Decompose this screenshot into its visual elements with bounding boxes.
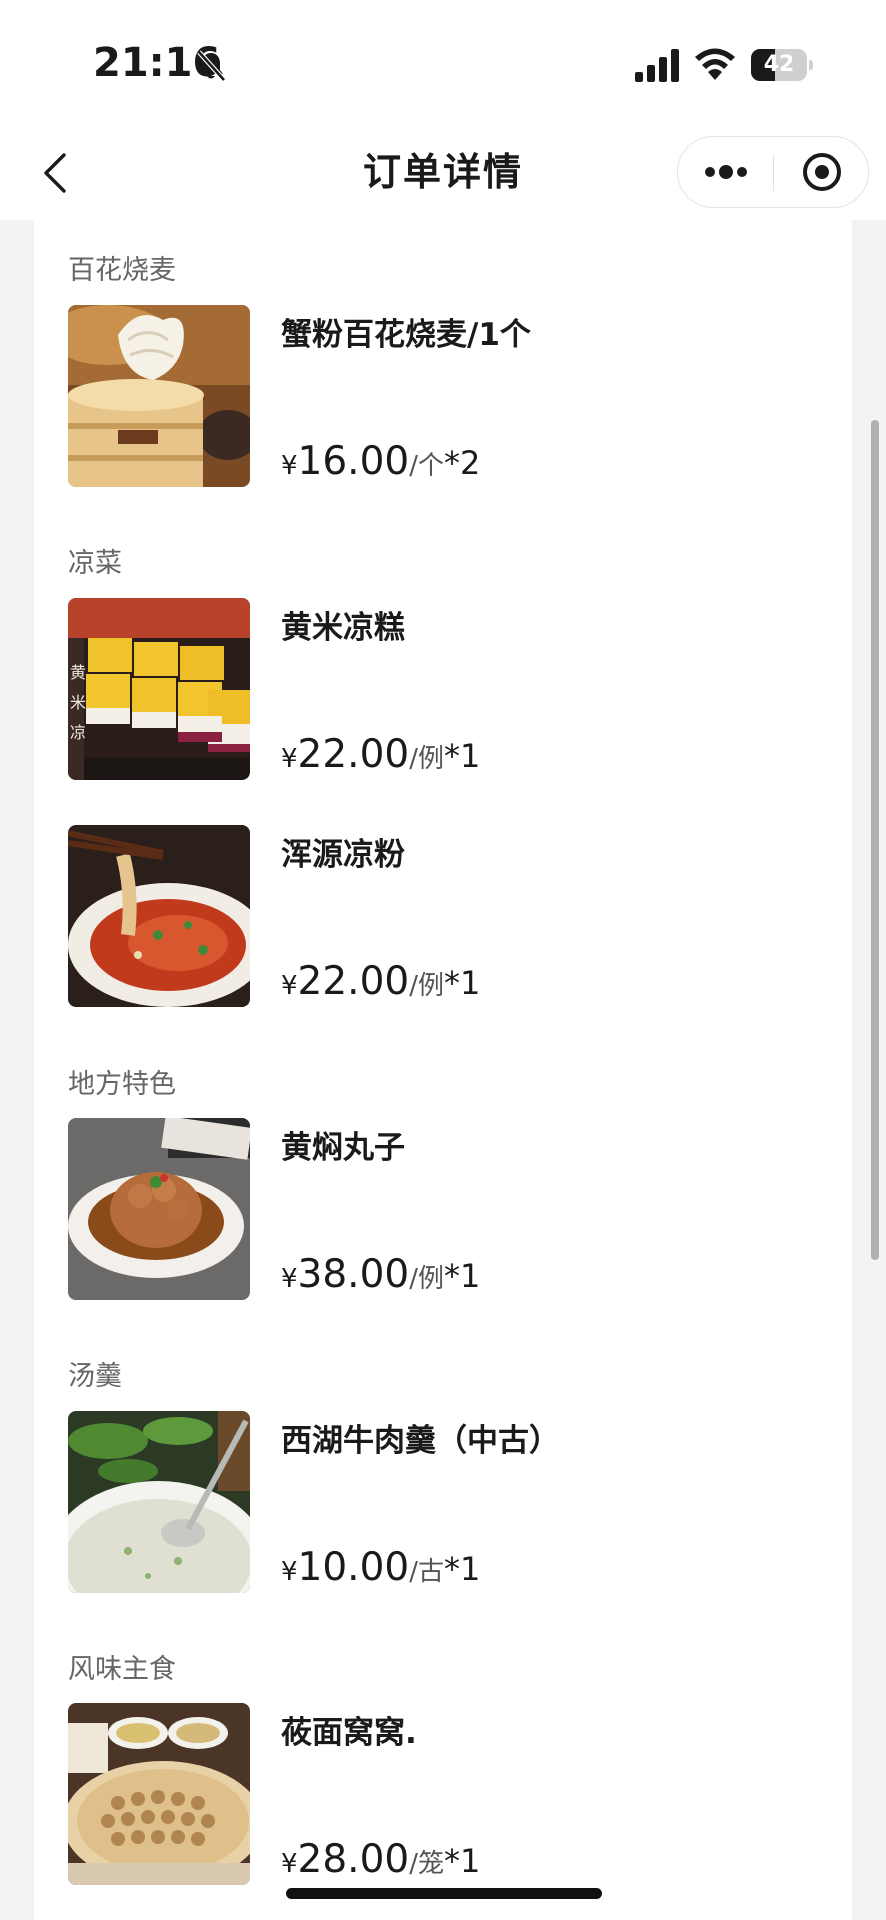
price-amount: 10.00 [297, 1545, 410, 1590]
dish-name: 黄焖丸子 [281, 1130, 405, 1166]
bell-off-icon [197, 50, 226, 82]
section-title: 风味主食 [68, 1654, 176, 1685]
scrollbar[interactable] [871, 420, 879, 1260]
svg-text:黄: 黄 [70, 663, 86, 682]
order-detail-page: 21:16 42 订单详情 百花烧麦 蟹粉百花烧麦/1个 ¥16.00/个*2 … [0, 0, 886, 1920]
order-item[interactable]: 蟹粉百花烧麦/1个 ¥16.00/个*2 [68, 305, 828, 487]
dish-price: ¥22.00/例*1 [281, 959, 480, 1004]
price-amount: 16.00 [297, 439, 410, 484]
svg-text:凉: 凉 [70, 723, 86, 742]
dish-image [68, 825, 250, 1007]
price-amount: 38.00 [297, 1252, 410, 1297]
price-amount: 22.00 [297, 732, 410, 777]
quantity: *1 [443, 737, 481, 775]
dish-image [68, 1118, 250, 1300]
currency-symbol: ¥ [281, 971, 298, 1001]
dish-name: 莜面窝窝. [281, 1715, 417, 1751]
currency-symbol: ¥ [281, 451, 298, 481]
section-title: 汤羹 [68, 1361, 122, 1392]
currency-symbol: ¥ [281, 1264, 298, 1294]
home-indicator[interactable] [286, 1888, 602, 1899]
section-title: 百花烧麦 [68, 255, 176, 286]
price-unit: /古 [409, 1557, 444, 1587]
dish-name: 蟹粉百花烧麦/1个 [281, 317, 531, 353]
dish-name: 浑源凉粉 [281, 837, 405, 873]
dish-price: ¥16.00/个*2 [281, 439, 480, 484]
quantity: *1 [443, 1842, 481, 1880]
quantity: *2 [443, 444, 481, 482]
dish-name: 黄米凉糕 [281, 610, 405, 646]
dish-price: ¥38.00/例*1 [281, 1252, 480, 1297]
more-dots-icon [704, 165, 747, 179]
nav-bar: 订单详情 [0, 125, 886, 220]
order-items-card: 百花烧麦 蟹粉百花烧麦/1个 ¥16.00/个*2 凉菜 黄 米 凉 黄米凉糕 … [34, 220, 852, 1920]
dish-image: 黄 米 凉 [68, 598, 250, 780]
price-amount: 28.00 [297, 1837, 410, 1882]
order-item[interactable]: 浑源凉粉 ¥22.00/例*1 [68, 825, 828, 1007]
dish-image [68, 1411, 250, 1593]
signal-icon [635, 49, 679, 82]
quantity: *1 [443, 1550, 481, 1588]
status-bar: 21:16 42 [0, 0, 886, 125]
quantity: *1 [443, 1257, 481, 1295]
order-item[interactable]: 莜面窝窝. ¥28.00/笼*1 [68, 1703, 828, 1885]
currency-symbol: ¥ [281, 744, 298, 774]
section-title: 地方特色 [68, 1069, 176, 1100]
order-item[interactable]: 黄 米 凉 黄米凉糕 ¥22.00/例*1 [68, 598, 828, 780]
price-amount: 22.00 [297, 959, 410, 1004]
quantity: *1 [443, 964, 481, 1002]
more-button[interactable] [678, 137, 773, 207]
battery-icon: 42 [751, 49, 813, 81]
close-mini-program-button[interactable] [774, 137, 869, 207]
price-unit: /个 [409, 451, 444, 481]
order-item[interactable]: 黄焖丸子 ¥38.00/例*1 [68, 1118, 828, 1300]
currency-symbol: ¥ [281, 1849, 298, 1879]
price-unit: /例 [409, 971, 444, 1001]
back-button[interactable] [30, 145, 80, 201]
dish-image [68, 305, 250, 487]
dish-image [68, 1703, 250, 1885]
target-circle-icon [802, 153, 841, 191]
order-item[interactable]: 西湖牛肉羹（中古） ¥10.00/古*1 [68, 1411, 828, 1593]
currency-symbol: ¥ [281, 1557, 298, 1587]
price-unit: /例 [409, 1264, 444, 1294]
price-unit: /笼 [409, 1849, 444, 1879]
svg-text:米: 米 [70, 693, 86, 712]
wifi-icon [695, 48, 735, 80]
dish-price: ¥22.00/例*1 [281, 732, 480, 777]
battery-level: 42 [763, 52, 795, 77]
dish-name: 西湖牛肉羹（中古） [281, 1423, 560, 1459]
chevron-left-icon [44, 153, 66, 193]
section-title: 凉菜 [68, 548, 122, 579]
dish-price: ¥28.00/笼*1 [281, 1837, 480, 1882]
mini-program-capsule [677, 136, 869, 208]
price-unit: /例 [409, 744, 444, 774]
dish-price: ¥10.00/古*1 [281, 1545, 480, 1590]
